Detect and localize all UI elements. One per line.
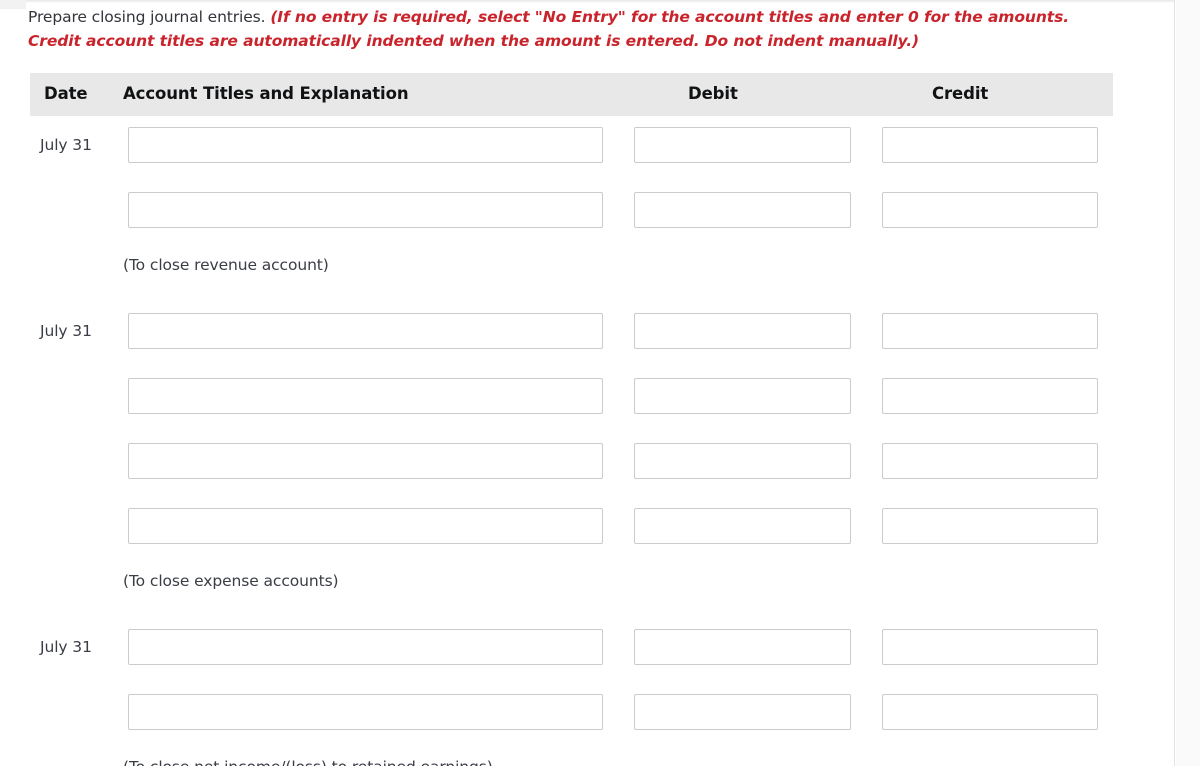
entry-caption: (To close net income/(loss) to retained … xyxy=(123,758,493,766)
journal-entry-table: Date Account Titles and Explanation Debi… xyxy=(30,73,1113,766)
table-row: July 31 xyxy=(30,618,1113,683)
account-title-input[interactable] xyxy=(128,443,603,479)
debit-amount-input[interactable] xyxy=(634,313,851,349)
table-row xyxy=(30,497,1113,562)
account-title-input[interactable] xyxy=(128,313,603,349)
entry-caption-row: (To close expense accounts) xyxy=(30,562,1113,618)
account-title-input[interactable] xyxy=(128,629,603,665)
content-column: Prepare closing journal entries. (If no … xyxy=(0,0,1175,766)
column-header-debit: Debit xyxy=(688,84,738,103)
table-row xyxy=(30,432,1113,497)
credit-amount-input[interactable] xyxy=(882,443,1098,479)
column-header-credit: Credit xyxy=(932,84,989,103)
debit-amount-input[interactable] xyxy=(634,127,851,163)
credit-amount-input[interactable] xyxy=(882,378,1098,414)
debit-amount-input[interactable] xyxy=(634,443,851,479)
entry-date-label: July 31 xyxy=(40,136,92,154)
entry-date-label: July 31 xyxy=(40,322,92,340)
table-row xyxy=(30,683,1113,748)
account-title-input[interactable] xyxy=(128,378,603,414)
credit-amount-input[interactable] xyxy=(882,629,1098,665)
debit-amount-input[interactable] xyxy=(634,629,851,665)
debit-amount-input[interactable] xyxy=(634,192,851,228)
account-title-input[interactable] xyxy=(128,694,603,730)
page-top-edge xyxy=(0,0,1174,3)
table-row xyxy=(30,181,1113,246)
credit-amount-input[interactable] xyxy=(882,508,1098,544)
table-row xyxy=(30,367,1113,432)
page-right-gutter xyxy=(1176,0,1200,766)
debit-amount-input[interactable] xyxy=(634,508,851,544)
table-row: July 31 xyxy=(30,302,1113,367)
instruction-paragraph: Prepare closing journal entries. (If no … xyxy=(28,5,1108,53)
debit-amount-input[interactable] xyxy=(634,378,851,414)
table-header-row: Date Account Titles and Explanation Debi… xyxy=(30,73,1113,116)
page-top-left-corner xyxy=(0,0,26,9)
instruction-lead: Prepare closing journal entries. xyxy=(28,7,266,26)
page-root: Prepare closing journal entries. (If no … xyxy=(0,0,1200,766)
account-title-input[interactable] xyxy=(128,508,603,544)
credit-amount-input[interactable] xyxy=(882,694,1098,730)
column-header-account: Account Titles and Explanation xyxy=(123,84,409,103)
entry-date-label: July 31 xyxy=(40,638,92,656)
credit-amount-input[interactable] xyxy=(882,192,1098,228)
credit-amount-input[interactable] xyxy=(882,127,1098,163)
entry-caption-row: (To close net income/(loss) to retained … xyxy=(30,748,1113,766)
entry-caption: (To close expense accounts) xyxy=(123,572,339,590)
debit-amount-input[interactable] xyxy=(634,694,851,730)
account-title-input[interactable] xyxy=(128,127,603,163)
credit-amount-input[interactable] xyxy=(882,313,1098,349)
column-header-date: Date xyxy=(44,84,88,103)
table-body: July 31 (To close revenue account) July 31… xyxy=(30,116,1113,766)
account-title-input[interactable] xyxy=(128,192,603,228)
entry-caption: (To close revenue account) xyxy=(123,256,329,274)
table-row: July 31 xyxy=(30,116,1113,181)
entry-caption-row: (To close revenue account) xyxy=(30,246,1113,302)
